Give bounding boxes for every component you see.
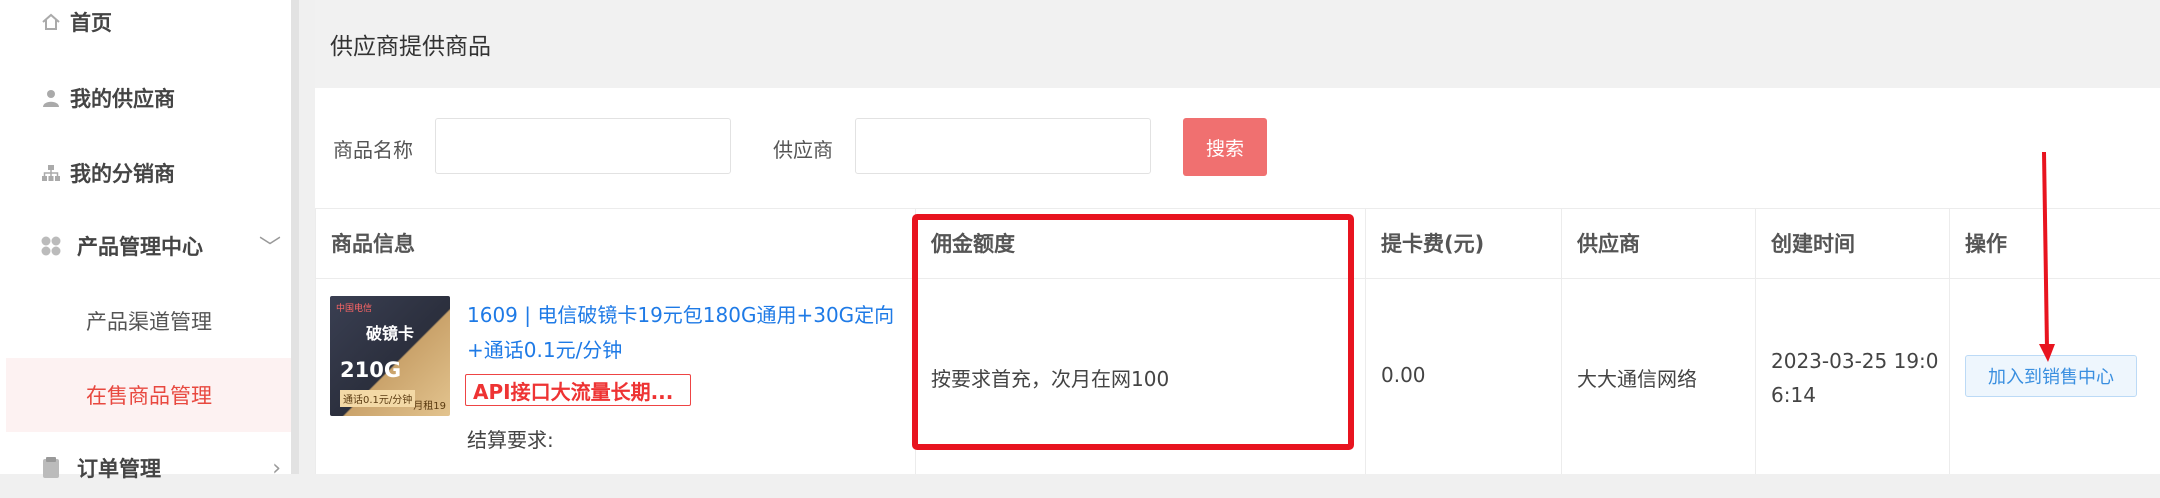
annotation-arrow-icon [2039,151,2055,362]
